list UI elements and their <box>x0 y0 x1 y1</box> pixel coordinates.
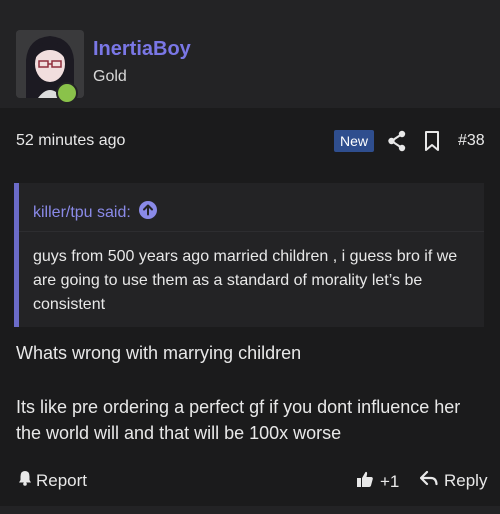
quote-text: guys from 500 years ago married children… <box>33 248 458 313</box>
report-label: Report <box>36 470 88 490</box>
post-header: InertiaBoy Gold <box>0 8 500 108</box>
bell-icon <box>18 470 32 491</box>
bottom-divider <box>0 506 500 514</box>
username-link[interactable]: InertiaBoy <box>93 38 191 61</box>
share-icon[interactable] <box>387 130 407 152</box>
quote-header[interactable]: killer/tpu said: <box>33 201 157 224</box>
quote-divider <box>19 231 484 232</box>
like-button[interactable]: +1 <box>356 470 399 493</box>
arrow-up-circle-icon[interactable] <box>138 201 157 224</box>
user-title: Gold <box>93 68 127 85</box>
post-meta-row: 52 minutes ago New #38 <box>0 116 500 164</box>
online-status-dot <box>56 82 78 104</box>
quote-block: killer/tpu said: guys from 500 years ago… <box>14 183 484 327</box>
report-button[interactable]: Report <box>18 470 87 491</box>
reply-button[interactable]: Reply <box>419 470 488 491</box>
reply-label: Reply <box>444 470 488 490</box>
post-actions: Report +1 Reply <box>0 460 500 500</box>
thumbs-up-icon <box>356 470 374 493</box>
new-badge: New <box>334 130 375 152</box>
quote-author[interactable]: killer/tpu said: <box>33 204 131 222</box>
bookmark-icon[interactable] <box>424 130 440 152</box>
post-body-line-1: Whats wrong with marrying children <box>16 343 302 363</box>
post-number-link[interactable]: #38 <box>458 132 485 150</box>
post-timestamp[interactable]: 52 minutes ago <box>16 132 125 150</box>
reply-arrow-icon <box>419 470 438 491</box>
like-count: +1 <box>380 471 400 491</box>
top-divider <box>0 0 500 8</box>
post-body-line-2: Its like pre ordering a perfect gf if yo… <box>16 397 461 443</box>
